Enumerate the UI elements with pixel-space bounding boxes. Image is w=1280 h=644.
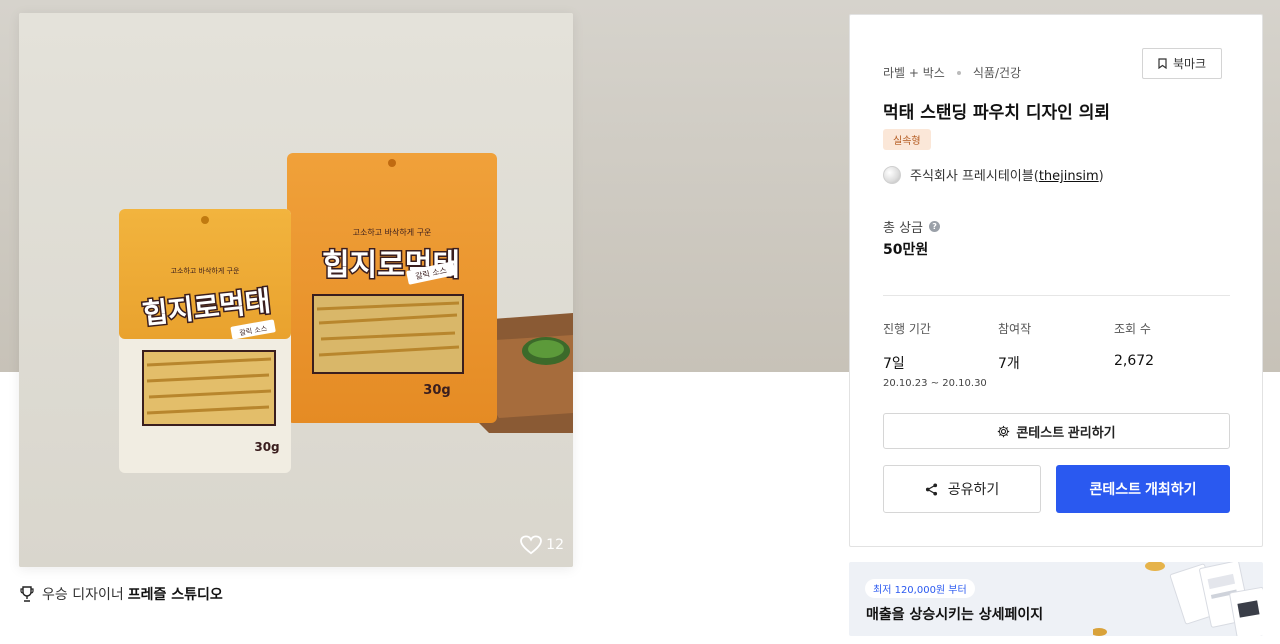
heart-icon (520, 535, 543, 555)
pouch-back (287, 153, 497, 423)
stat-period: 진행 기간 7일 20.10.23 ~ 20.10.30 (883, 320, 987, 389)
designer-name[interactable]: 프레즐 스튜디오 (128, 587, 223, 603)
trophy-icon (20, 586, 34, 602)
period-dates: 20.10.23 ~ 20.10.30 (883, 378, 987, 389)
like-count: 12 (546, 537, 564, 553)
stat-entries: 참여작 7개 (998, 320, 1031, 373)
entries-label: 참여작 (998, 322, 1032, 336)
owner-handle-link[interactable]: thejinsim (1039, 169, 1099, 184)
prize-value: 50만원 (883, 242, 929, 258)
svg-text:30g: 30g (423, 383, 450, 398)
period-label: 진행 기간 (883, 322, 931, 336)
manage-label: 콘테스트 관리하기 (1016, 424, 1116, 440)
owner-avatar (883, 165, 901, 184)
bookmark-button[interactable]: 북마크 (1142, 48, 1222, 79)
category-breadcrumb: 라벨 + 박스 식품/건강 (883, 64, 1021, 81)
owner-name: 주식회사 프레시테이블 (910, 169, 1034, 184)
bookmark-icon (1158, 58, 1167, 69)
contest-owner: 주식회사 프레시테이블(thejinsim) (883, 165, 1104, 184)
contest-title: 먹태 스탠딩 파우치 디자인 의뢰 (883, 103, 1110, 123)
ad-price-pill: 최저 120,000원 부터 (865, 579, 975, 598)
award-label: 우승 디자이너 (42, 587, 124, 603)
svg-text:고소하고 바삭하게 구운: 고소하고 바삭하게 구운 (171, 266, 240, 275)
category-primary[interactable]: 라벨 + 박스 (883, 64, 945, 81)
manage-contest-button[interactable]: 콘테스트 관리하기 (883, 413, 1230, 449)
contest-image[interactable]: 고소하고 바삭하게 구운 힙지로먹태 갈릭 소스 30g 고소하고 바삭하게 구… (19, 13, 573, 567)
winner-designer: 우승 디자이너 프레즐 스튜디오 (20, 584, 223, 604)
prize-label-text: 총 상금 (883, 221, 924, 236)
gear-icon (998, 425, 1010, 437)
product-photo: 고소하고 바삭하게 구운 힙지로먹태 갈릭 소스 30g 고소하고 바삭하게 구… (19, 13, 573, 567)
share-icon (925, 482, 937, 496)
ad-headline: 매출을 상승시키는 상세페이지 (866, 607, 1044, 623)
plan-badge: 실속형 (883, 129, 931, 150)
contest-info-panel: 라벨 + 박스 식품/건강 북마크 먹태 스탠딩 파우치 디자인 의뢰 실속형 … (849, 14, 1263, 547)
stat-views: 조회 수 2,672 (1114, 320, 1154, 369)
views-label: 조회 수 (1114, 322, 1151, 336)
divider (883, 295, 1230, 296)
period-value: 7일 (883, 356, 905, 372)
svg-text:30g: 30g (254, 440, 279, 454)
ad-banner[interactable]: 최저 120,000원 부터 매출을 상승시키는 상세페이지 (849, 562, 1263, 636)
bookmark-label: 북마크 (1172, 57, 1207, 71)
category-secondary[interactable]: 식품/건강 (973, 64, 1021, 81)
svg-text:고소하고 바삭하게 구운: 고소하고 바삭하게 구운 (353, 227, 432, 237)
entries-value: 7개 (998, 356, 1020, 372)
host-contest-button[interactable]: 콘테스트 개최하기 (1056, 465, 1230, 513)
ad-illustration (1093, 562, 1263, 636)
separator-dot (956, 70, 961, 75)
share-label: 공유하기 (947, 481, 1000, 497)
help-icon[interactable]: ? (929, 221, 941, 232)
share-button[interactable]: 공유하기 (883, 465, 1041, 513)
views-value: 2,672 (1114, 353, 1155, 369)
like-counter[interactable]: 12 (520, 535, 564, 555)
prize-label: 총 상금 ? (883, 217, 941, 236)
